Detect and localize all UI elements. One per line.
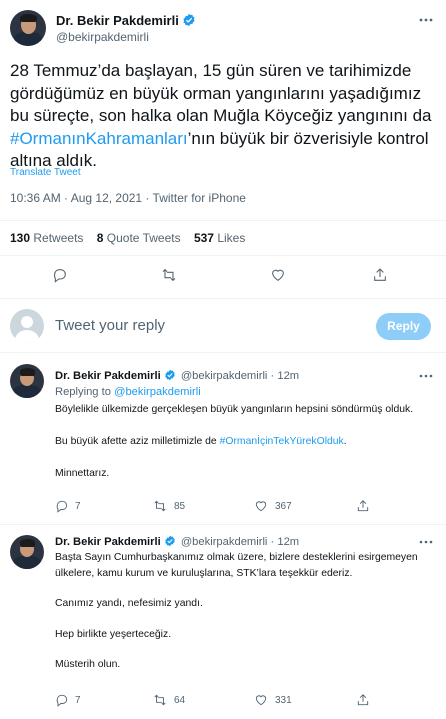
- author-name[interactable]: Dr. Bekir Pakdemirli: [55, 370, 161, 382]
- hashtag-link[interactable]: #OrmanİçinTekYürekOlduk: [220, 436, 344, 447]
- retweet-icon[interactable]: [153, 499, 167, 513]
- retweet-count: 85: [174, 501, 186, 512]
- reply-count: 7: [75, 501, 81, 512]
- divider: [0, 298, 446, 299]
- author-handle[interactable]: @bekirpakdemirli: [181, 370, 268, 382]
- author-handle[interactable]: @bekirpakdemirli: [56, 30, 149, 44]
- like-count: 367: [275, 501, 292, 512]
- likes-stat[interactable]: 537 Likes: [194, 231, 245, 245]
- like-count: 331: [275, 695, 292, 706]
- verified-badge-icon: [164, 535, 175, 547]
- author-handle[interactable]: @bekirpakdemirli: [181, 536, 268, 548]
- retweet-icon[interactable]: [153, 693, 167, 707]
- avatar[interactable]: [10, 535, 44, 569]
- reply-count: 7: [75, 695, 81, 706]
- avatar[interactable]: [10, 10, 46, 46]
- tweet-time[interactable]: · 12m: [271, 370, 300, 382]
- like-icon[interactable]: [254, 693, 268, 707]
- more-options-icon[interactable]: [418, 534, 434, 550]
- retweet-count: 64: [174, 695, 186, 706]
- user-avatar[interactable]: [10, 309, 44, 343]
- verified-badge-icon: [164, 369, 175, 381]
- tweet-stats: 130 Retweets 8 Quote Tweets 537 Likes: [10, 231, 245, 245]
- verified-badge-icon: [183, 13, 195, 27]
- hashtag-link[interactable]: #OrmanınKahramanları: [10, 129, 188, 148]
- share-icon[interactable]: [356, 693, 370, 707]
- like-icon[interactable]: [270, 267, 286, 283]
- more-options-icon[interactable]: [418, 12, 434, 28]
- tweet-timestamp[interactable]: 10:36 AM · Aug 12, 2021 · Twitter for iP…: [10, 191, 246, 205]
- avatar[interactable]: [10, 364, 44, 398]
- divider: [0, 352, 446, 353]
- divider: [0, 255, 446, 256]
- retweets-stat[interactable]: 130 Retweets: [10, 231, 83, 245]
- reply-text: Başta Sayın Cumhurbaşkanımız olmak üzere…: [55, 552, 418, 670]
- share-icon[interactable]: [356, 499, 370, 513]
- author-name[interactable]: Dr. Bekir Pakdemirli: [55, 536, 161, 548]
- retweet-icon[interactable]: [161, 267, 177, 283]
- quote-tweets-stat[interactable]: 8 Quote Tweets: [97, 231, 181, 245]
- author-name[interactable]: Dr. Bekir Pakdemirli: [56, 13, 179, 28]
- reply-icon[interactable]: [55, 693, 69, 707]
- share-icon[interactable]: [372, 267, 388, 283]
- tweet-text: 28 Temmuz’da başlayan, 15 gün süren ve t…: [10, 61, 432, 170]
- replying-to: Replying to @bekirpakdemirli: [55, 386, 201, 398]
- replying-to-handle[interactable]: @bekirpakdemirli: [114, 386, 201, 398]
- reply-button[interactable]: Reply: [376, 313, 431, 340]
- translate-tweet-link[interactable]: Translate Tweet: [10, 167, 81, 178]
- like-icon[interactable]: [254, 499, 268, 513]
- reply-icon[interactable]: [52, 267, 68, 283]
- reply-icon[interactable]: [55, 499, 69, 513]
- divider: [0, 220, 446, 221]
- divider: [0, 524, 446, 525]
- reply-input[interactable]: Tweet your reply: [55, 317, 165, 334]
- reply-text: Böylelikle ülkemizde gerçekleşen büyük y…: [55, 404, 414, 479]
- more-options-icon[interactable]: [418, 368, 434, 384]
- tweet-time[interactable]: · 12m: [271, 536, 300, 548]
